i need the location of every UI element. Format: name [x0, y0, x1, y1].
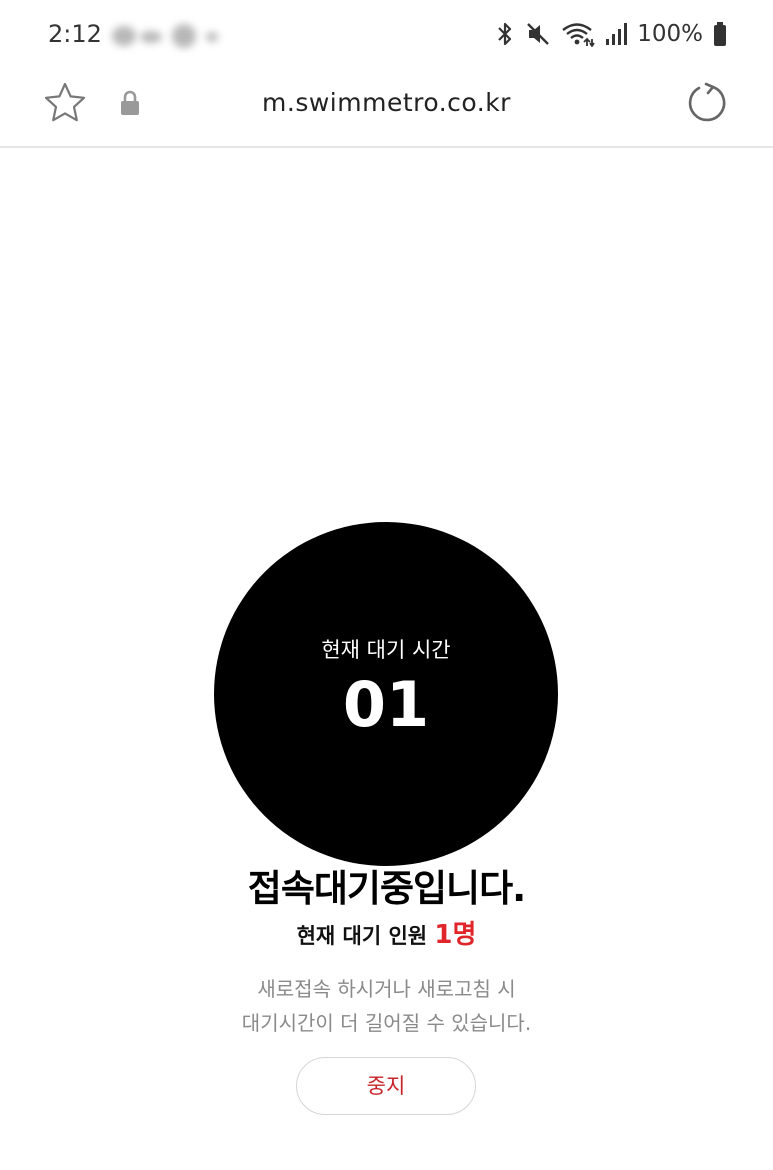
refresh-notice: 새로접속 하시거나 새로고침 시 대기시간이 더 길어질 수 있습니다.: [0, 972, 773, 1040]
refresh-notice-line-2: 대기시간이 더 길어질 수 있습니다.: [241, 1011, 532, 1035]
queue-heading: 접속대기중입니다.: [247, 867, 526, 910]
battery-icon: [714, 22, 726, 46]
stop-button[interactable]: 중지: [296, 1057, 476, 1115]
signal-icon: [606, 23, 628, 45]
wait-time-circle: 현재 대기 시간 01: [214, 522, 558, 866]
bluetooth-icon: [498, 22, 512, 46]
reload-icon[interactable]: [685, 81, 729, 125]
wait-time-label: 현재 대기 시간: [321, 638, 451, 662]
status-time: 2:12: [48, 20, 102, 48]
queue-count-label: 현재 대기 인원: [296, 924, 428, 948]
url-text[interactable]: m.swimmetro.co.kr: [0, 88, 773, 117]
wait-time-value: 01: [342, 668, 430, 741]
notification-icons-blurred: [108, 24, 228, 48]
status-icons: 100%: [495, 18, 727, 50]
mute-icon: [527, 23, 550, 45]
battery-percent: 100%: [637, 21, 703, 47]
queue-count-line: 현재 대기 인원 1명: [0, 914, 773, 951]
refresh-notice-line-1: 새로접속 하시거나 새로고침 시: [257, 977, 516, 1001]
status-bar: 2:12 100%: [0, 0, 773, 68]
wifi-icon: [562, 23, 595, 47]
browser-address-bar: m.swimmetro.co.kr: [0, 68, 773, 148]
queue-count-value: 1명: [434, 920, 477, 950]
